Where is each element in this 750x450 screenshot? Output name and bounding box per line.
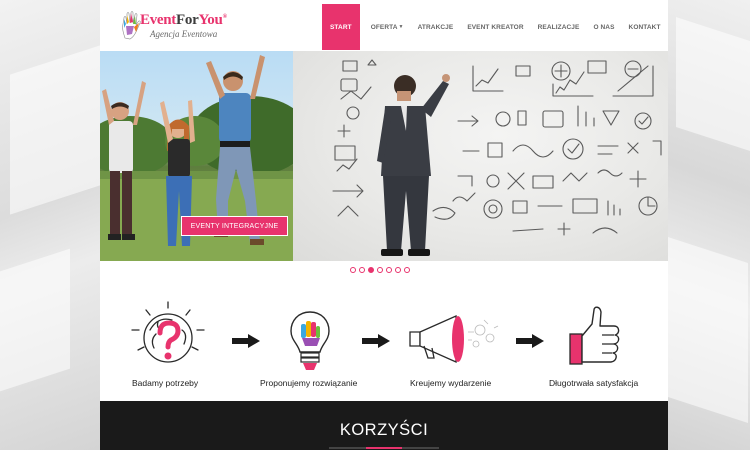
logo[interactable]: EventForYou® Agencja Eventowa [120,10,250,42]
nav-item-kontakt[interactable]: KONTAKT [622,4,668,50]
brand-name-part2: For [176,12,199,28]
businessman-sketch-illustration [332,59,662,256]
nav-item-label: KONTAKT [628,23,661,31]
site-header: EventForYou® Agencja Eventowa START OFER… [100,0,668,51]
process-step-label: Proponujemy rozwiązanie [260,378,358,388]
process-step-label: Długotrwała satysfakcja [549,378,639,388]
businessman-figure [377,74,450,256]
background-right [668,0,750,450]
nav-item-realizacje[interactable]: REALIZACJE [531,4,587,50]
arrow-right-icon [362,334,390,348]
process-step-label: Kreujemy wydarzenie [410,378,492,388]
slider-dot[interactable] [395,267,401,273]
megaphone-icon [409,314,499,364]
background-left [0,0,100,450]
slide-photo-jumping-people: EVENTY INTEGRACYJNE [100,51,293,261]
brand-name-part1: Event [140,12,177,28]
nav-item-label: EVENT KREATOR [467,23,524,31]
nav-item-label: REALIZACJE [537,23,580,31]
registered-mark: ® [222,14,228,20]
benefits-title: KORZYŚCI [339,421,429,439]
question-bulb-icon [131,301,205,363]
arrow-right-icon [232,334,260,348]
brand-name-part3: You [198,12,223,28]
hero-slider[interactable]: EVENTY INTEGRACYJNE [100,51,668,261]
colorful-hand-icon [122,11,141,40]
nav-item-label: START [330,23,352,31]
nav-item-start[interactable]: START [322,4,360,50]
slider-dot-active[interactable] [368,267,374,273]
brand-tagline: Agencja Eventowa [150,29,218,39]
slider-dot[interactable] [359,267,365,273]
nav-item-event-kreator[interactable]: EVENT KREATOR [460,4,530,50]
slide-photo-businessman-drawing [293,51,668,261]
nav-item-label: OFERTA [370,23,398,31]
slider-dot[interactable] [386,267,392,273]
nav-item-oferta[interactable]: OFERTA ▼ [360,4,411,50]
benefits-section: KORZYŚCI [100,401,668,450]
title-underline-accent [366,447,402,449]
slider-pagination [350,267,410,273]
process-steps: Badamy potrzeby Proponujemy rozwiązanie [100,290,668,400]
nav-item-o-nas[interactable]: O NAS [586,4,621,50]
process-step-label: Badamy potrzeby [132,378,199,388]
caret-down-icon: ▼ [398,24,404,30]
nav-item-atrakcje[interactable]: ATRAKCJE [411,4,461,50]
brand-name: EventForYou® [140,12,227,29]
hero-cta-button[interactable]: EVENTY INTEGRACYJNE [181,216,288,236]
arrow-right-icon [516,334,544,348]
slider-dot[interactable] [350,267,356,273]
slider-dot[interactable] [377,267,383,273]
lightbulb-icon [290,311,330,370]
thumbs-up-icon [569,306,620,365]
slider-dot[interactable] [404,267,410,273]
nav-item-label: O NAS [593,23,615,31]
main-nav: START OFERTA ▼ ATRAKCJE EVENT KREATOR REA… [322,4,668,50]
nav-item-label: ATRAKCJE [417,23,454,31]
page-container: EventForYou® Agencja Eventowa START OFER… [100,0,668,450]
